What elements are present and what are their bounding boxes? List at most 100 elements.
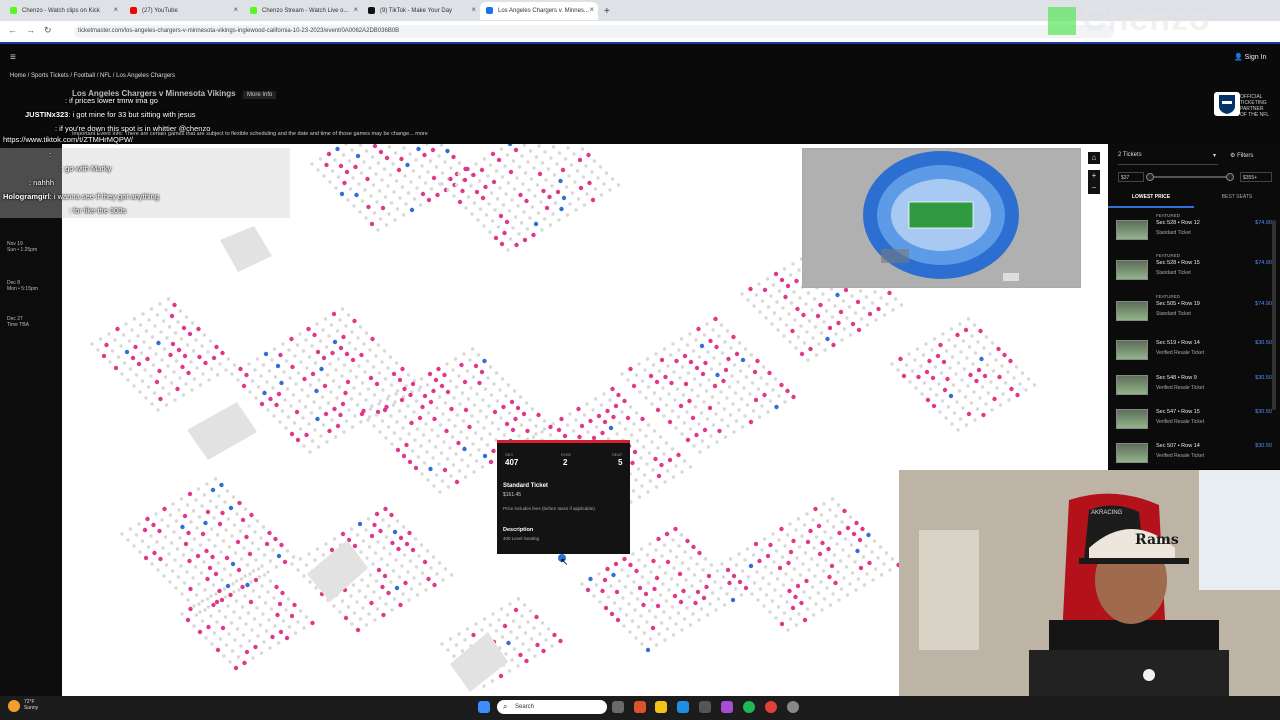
seat-available[interactable] [369, 221, 375, 227]
seat-available[interactable] [734, 351, 740, 357]
seat-available[interactable] [637, 585, 643, 591]
seat-available[interactable] [924, 369, 930, 375]
seat-available[interactable] [310, 620, 315, 626]
seat-available[interactable] [927, 358, 932, 364]
seat-available[interactable] [338, 412, 343, 418]
seat-available[interactable] [355, 153, 361, 159]
seat-available[interactable] [509, 399, 515, 405]
seat-available[interactable] [737, 579, 743, 585]
date-item[interactable]: Dec 8 Mon • 5:15pm [7, 280, 38, 292]
seat-available[interactable] [791, 538, 796, 544]
seat-available[interactable] [779, 621, 785, 627]
seat-available[interactable] [602, 577, 608, 583]
seat-available[interactable] [215, 647, 221, 653]
seat-available[interactable] [344, 351, 350, 357]
seat-available[interactable] [600, 430, 605, 436]
seat-available[interactable] [634, 568, 639, 574]
seat-available[interactable] [948, 393, 954, 399]
seat-available[interactable] [219, 482, 224, 488]
seat-available[interactable] [449, 406, 454, 412]
seat-available[interactable] [205, 509, 211, 515]
seat-available[interactable] [968, 372, 973, 378]
seat-available[interactable] [799, 351, 805, 357]
seat-available[interactable] [319, 366, 324, 372]
seat-available[interactable] [855, 548, 860, 554]
seat-available[interactable] [277, 601, 283, 607]
seat-available[interactable] [558, 638, 563, 644]
seat-available[interactable] [513, 416, 518, 422]
seat-available[interactable] [417, 415, 423, 421]
seat-available[interactable] [365, 176, 370, 182]
seat-available[interactable] [978, 328, 983, 334]
seat-available[interactable] [382, 573, 388, 579]
seat-available[interactable] [448, 176, 453, 182]
seat-available[interactable] [143, 555, 149, 561]
seat-available[interactable] [966, 411, 972, 417]
seat-available[interactable] [522, 237, 528, 243]
store-icon[interactable] [699, 701, 711, 713]
seat-available[interactable] [502, 230, 507, 236]
seat-available[interactable] [284, 635, 290, 641]
price-slider-max-handle[interactable] [1226, 173, 1234, 181]
url-bar[interactable]: ticketmaster.com/los-angeles-chargers-v-… [74, 25, 1114, 38]
seat-available[interactable] [588, 418, 593, 424]
settings-icon[interactable] [787, 701, 799, 713]
seat-available[interactable] [659, 357, 665, 363]
seat-available[interactable] [651, 558, 656, 564]
seat-available[interactable] [267, 530, 272, 536]
seat-available[interactable] [613, 403, 619, 409]
seat-available[interactable] [369, 533, 375, 539]
seat-available[interactable] [211, 602, 216, 608]
seat-available[interactable] [825, 336, 830, 342]
seat-available[interactable] [355, 627, 361, 633]
seat-available[interactable] [479, 369, 485, 375]
seat-available[interactable] [242, 660, 247, 666]
seat-available[interactable] [518, 652, 523, 658]
seat-available[interactable] [611, 572, 616, 578]
max-price-field[interactable]: $355+ [1240, 172, 1272, 182]
seat-available[interactable] [667, 457, 673, 463]
seat-available[interactable] [302, 376, 307, 382]
seat-available[interactable] [383, 506, 388, 512]
seat-available[interactable] [228, 592, 233, 598]
seat-available[interactable] [197, 354, 202, 360]
seat-available[interactable] [389, 512, 394, 518]
seat-available[interactable] [578, 185, 584, 191]
seat-available[interactable] [654, 379, 660, 385]
seat-available[interactable] [685, 538, 690, 544]
seat-available[interactable] [158, 396, 163, 402]
seat-available[interactable] [786, 560, 791, 566]
listing-item[interactable]: FEATURED Sec 528 • Row 12 Standard Ticket $… [1110, 212, 1278, 246]
seat-available[interactable] [170, 341, 176, 347]
seat-available[interactable] [765, 553, 771, 559]
seat-available[interactable] [407, 530, 412, 536]
seat-available[interactable] [409, 420, 414, 426]
app-icon[interactable] [634, 701, 646, 713]
seat-available[interactable] [808, 528, 813, 534]
seat-available[interactable] [697, 550, 702, 556]
seat-available[interactable] [731, 334, 736, 340]
seat-available[interactable] [490, 151, 496, 157]
seat-available[interactable] [217, 521, 223, 527]
seat-available[interactable] [815, 313, 821, 319]
seat-available[interactable] [768, 542, 773, 548]
seat-available[interactable] [395, 447, 401, 453]
seat-available[interactable] [439, 383, 445, 389]
seat-available[interactable] [244, 649, 250, 655]
seat-available[interactable] [262, 390, 267, 396]
seat-available[interactable] [405, 162, 410, 168]
seat-available[interactable] [292, 602, 297, 608]
seat-available[interactable] [422, 559, 428, 565]
seat-available[interactable] [357, 521, 363, 527]
seat-available[interactable] [241, 383, 247, 389]
seat-available[interactable] [992, 396, 997, 402]
seat-available[interactable] [498, 673, 504, 679]
seat-available[interactable] [876, 306, 881, 312]
seat-available[interactable] [442, 467, 448, 473]
price-slider-min-handle[interactable] [1146, 173, 1154, 181]
seat-available[interactable] [225, 583, 231, 589]
seat-available[interactable] [945, 376, 950, 382]
seat-available[interactable] [963, 327, 969, 333]
browser-tab-kick-stream[interactable]: Chenzo Stream - Watch Live o... × [244, 2, 362, 20]
seat-available[interactable] [730, 597, 736, 603]
